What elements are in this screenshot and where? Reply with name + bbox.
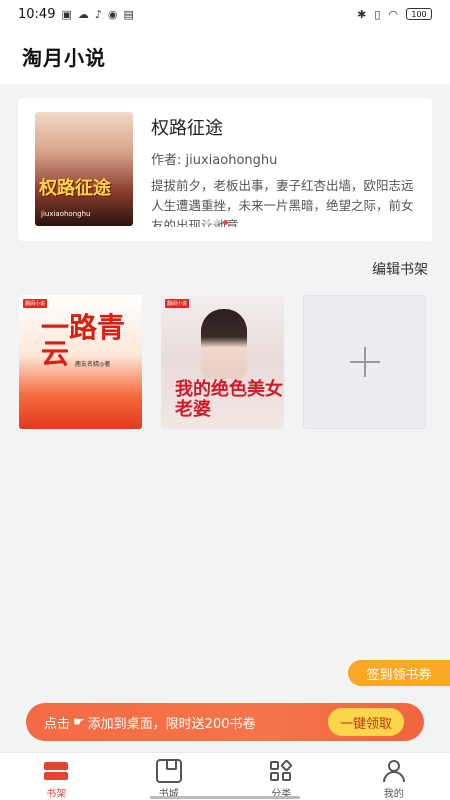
book-cover-author: 鹿友名婧◎著 bbox=[75, 361, 111, 368]
bookshelf-icon bbox=[43, 759, 69, 783]
carousel-dot bbox=[205, 220, 210, 225]
plus-icon bbox=[349, 347, 380, 377]
edit-shelf-button[interactable]: 编辑书架 bbox=[372, 259, 428, 279]
checkin-button[interactable]: 签到领书券 bbox=[348, 660, 450, 686]
bluetooth-icon: ✱ bbox=[357, 7, 367, 21]
app-notification-icon: ◉ bbox=[107, 7, 118, 21]
featured-book-title: 权路征途 bbox=[151, 118, 223, 139]
app-title: 淘月小说 bbox=[22, 45, 106, 70]
carousel-dot bbox=[214, 220, 219, 225]
promo-text-after: 添加到桌面，限时送200书卷 bbox=[87, 716, 256, 732]
cloud-icon: ☁ bbox=[77, 7, 89, 21]
featured-book-description: 提拔前夕，老板出事，妻子红杏出墙，欧阳志远人生遭遇重挫，未来一片黑暗，绝望之际，… bbox=[151, 178, 414, 227]
book-notification-icon: ▤ bbox=[123, 7, 134, 21]
brand-tag: 翻阅小说 bbox=[165, 299, 190, 308]
promo-banner[interactable]: 点击 ☛ 添加到桌面，限时送200书卷 一键领取 bbox=[26, 703, 424, 741]
bookshelf-grid: 翻阅小说 一路青云 鹿友名婧◎著 翻阅小说 我的绝色美女老婆 bbox=[19, 295, 426, 429]
carousel-indicator bbox=[205, 220, 228, 225]
featured-book-cover[interactable]: 权路征途 jiuxiaohonghu bbox=[35, 112, 133, 226]
featured-book-author: 作者: jiuxiaohonghu bbox=[151, 153, 278, 168]
share-hand-icon: ☛ bbox=[73, 714, 85, 730]
add-book-button[interactable] bbox=[303, 295, 426, 429]
status-time: 10:49 bbox=[18, 6, 56, 22]
shelf-book[interactable]: 翻阅小说 我的绝色美女老婆 bbox=[161, 295, 284, 429]
tab-label: 我的 bbox=[383, 789, 404, 800]
tab-profile[interactable]: 我的 bbox=[338, 753, 450, 800]
featured-book-info: 权路征途 作者: jiuxiaohonghu 提拔前夕，老板出事，妻子红杏出墙，… bbox=[151, 112, 416, 227]
tab-bookstore[interactable]: 书城 bbox=[113, 753, 226, 800]
shelf-book[interactable]: 翻阅小说 一路青云 鹿友名婧◎著 bbox=[19, 295, 142, 429]
battery-icon: 100 bbox=[406, 8, 432, 20]
app-header: 淘月小说 bbox=[0, 28, 450, 84]
vibrate-icon: ▯ bbox=[374, 7, 381, 21]
category-icon bbox=[268, 759, 294, 783]
promo-text-before: 点击 bbox=[44, 716, 71, 732]
claim-button[interactable]: 一键领取 bbox=[327, 708, 404, 736]
home-indicator bbox=[150, 796, 300, 799]
book-cover-title: 我的绝色美女老婆 bbox=[175, 379, 283, 420]
wifi-icon: ◠ bbox=[388, 7, 398, 21]
carousel-dot-active bbox=[223, 220, 228, 225]
status-bar: 10:49 ▣ ☁ ♪ ◉ ▤ ✱ ▯ ◠ 100 bbox=[0, 0, 450, 28]
bookstore-icon bbox=[155, 759, 182, 783]
featured-cover-title: 权路征途 bbox=[39, 178, 111, 199]
cover-illustration bbox=[201, 309, 247, 379]
tab-label: 书架 bbox=[46, 789, 67, 800]
featured-cover-author: jiuxiaohonghu bbox=[41, 210, 91, 218]
notification-icon: ▣ bbox=[61, 7, 72, 21]
tiktok-icon: ♪ bbox=[94, 7, 102, 21]
profile-icon bbox=[381, 759, 407, 783]
tab-category[interactable]: 分类 bbox=[225, 753, 338, 800]
brand-tag: 翻阅小说 bbox=[23, 299, 48, 308]
tab-bookshelf[interactable]: 书架 bbox=[0, 753, 113, 800]
bottom-tab-bar: 书架 书城 分类 我的 bbox=[0, 752, 450, 800]
